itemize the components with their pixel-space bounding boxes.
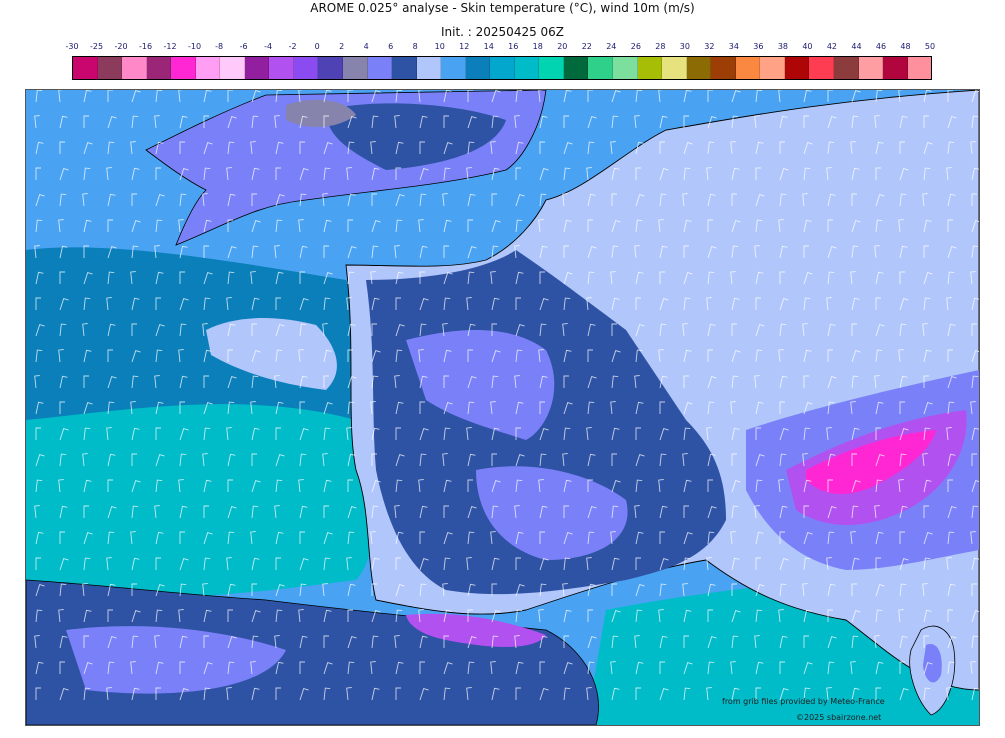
map-panel[interactable] xyxy=(25,89,980,726)
legend-swatch xyxy=(662,57,687,79)
legend-swatch xyxy=(416,57,442,79)
legend-tick-label: 8 xyxy=(412,42,418,51)
legend-tick-label: 2 xyxy=(339,42,345,51)
legend-swatch xyxy=(343,57,368,79)
legend-swatch xyxy=(122,57,147,79)
legend-tick-label: -25 xyxy=(89,42,104,51)
legend-swatch xyxy=(441,57,466,79)
legend-tick-label: -4 xyxy=(264,42,273,51)
source-credit: from grib files provided by Meteo-France xyxy=(722,697,885,706)
sea-warm-zone xyxy=(26,404,375,599)
legend-swatch xyxy=(784,57,810,79)
legend-tick-label: 24 xyxy=(606,42,617,51)
legend-tick-label: 32 xyxy=(704,42,715,51)
legend-swatch xyxy=(809,57,834,79)
legend-tick-label: 0 xyxy=(314,42,320,51)
copyright-credit: ©2025 sbairzone.net xyxy=(796,713,882,722)
legend-swatch xyxy=(637,57,663,79)
legend-tick-label: 50 xyxy=(924,42,936,51)
legend-tick-label: 10 xyxy=(434,42,445,51)
legend-swatch xyxy=(392,57,417,79)
legend-tick-label: 28 xyxy=(655,42,666,51)
color-legend xyxy=(72,56,932,80)
legend-tick-label: 6 xyxy=(388,42,394,51)
legend-swatch xyxy=(735,57,761,79)
legend-swatch xyxy=(269,57,294,79)
legend-swatch xyxy=(97,57,123,79)
legend-swatch xyxy=(73,57,98,79)
legend-swatch xyxy=(490,57,515,79)
legend-swatch xyxy=(760,57,785,79)
legend-tick-label: -2 xyxy=(288,42,297,51)
map-title: AROME 0.025° analyse - Skin temperature … xyxy=(310,1,695,15)
legend-tick-label: 18 xyxy=(532,42,543,51)
legend-tick-label: 36 xyxy=(753,42,764,51)
legend-swatch xyxy=(711,57,736,79)
legend-tick-label: 42 xyxy=(826,42,838,51)
legend-swatch xyxy=(244,57,270,79)
legend-swatch xyxy=(686,57,712,79)
legend-tick-label: 12 xyxy=(459,42,470,51)
legend-tick-label: -30 xyxy=(65,42,79,51)
legend-swatch xyxy=(833,57,859,79)
legend-swatch xyxy=(195,57,221,79)
legend-swatch xyxy=(220,57,245,79)
legend-swatch xyxy=(588,57,614,79)
legend-tick-label: 40 xyxy=(802,42,813,51)
legend-tick-label: 4 xyxy=(363,42,369,51)
legend-swatch xyxy=(613,57,638,79)
legend-swatch xyxy=(146,57,172,79)
legend-swatch xyxy=(171,57,196,79)
legend-tick-label: -20 xyxy=(114,42,128,51)
legend-swatch xyxy=(465,57,491,79)
legend-tick-label: 14 xyxy=(483,42,494,51)
legend-tick-label: 30 xyxy=(679,42,690,51)
legend-tick-label: -10 xyxy=(188,42,202,51)
legend-swatch xyxy=(318,57,344,79)
legend-tick-label: -6 xyxy=(239,42,248,51)
temperature-map xyxy=(26,90,979,725)
legend-swatch xyxy=(883,57,908,79)
legend-tick-label: 22 xyxy=(581,42,592,51)
init-time: Init. : 20250425 06Z xyxy=(440,25,565,39)
legend-swatch xyxy=(367,57,393,79)
legend-swatch xyxy=(858,57,884,79)
legend-swatch xyxy=(563,57,589,79)
legend-tick-label: 20 xyxy=(557,42,568,51)
legend-tick-label: 38 xyxy=(777,42,788,51)
legend-swatch xyxy=(293,57,319,79)
legend-tick-label: -16 xyxy=(138,42,153,51)
legend-tick-label: -8 xyxy=(215,42,224,51)
legend-tick-labels: -30 -25 -20 -16 -12 -10 -8 -6 -4 -2 0 2 4 6 8 10 12 14 16 1… xyxy=(65,42,936,54)
legend-tick-label: 26 xyxy=(630,42,641,51)
legend-tick-label: 34 xyxy=(728,42,739,51)
legend-swatch xyxy=(514,57,540,79)
legend-tick-label: -12 xyxy=(163,42,177,51)
legend-swatch xyxy=(539,57,564,79)
legend-swatch xyxy=(907,57,932,79)
legend-tick-label: 44 xyxy=(851,42,862,51)
legend-tick-label: 48 xyxy=(900,42,911,51)
legend-tick-label: 46 xyxy=(875,42,887,51)
legend-tick-label: 16 xyxy=(508,42,519,51)
